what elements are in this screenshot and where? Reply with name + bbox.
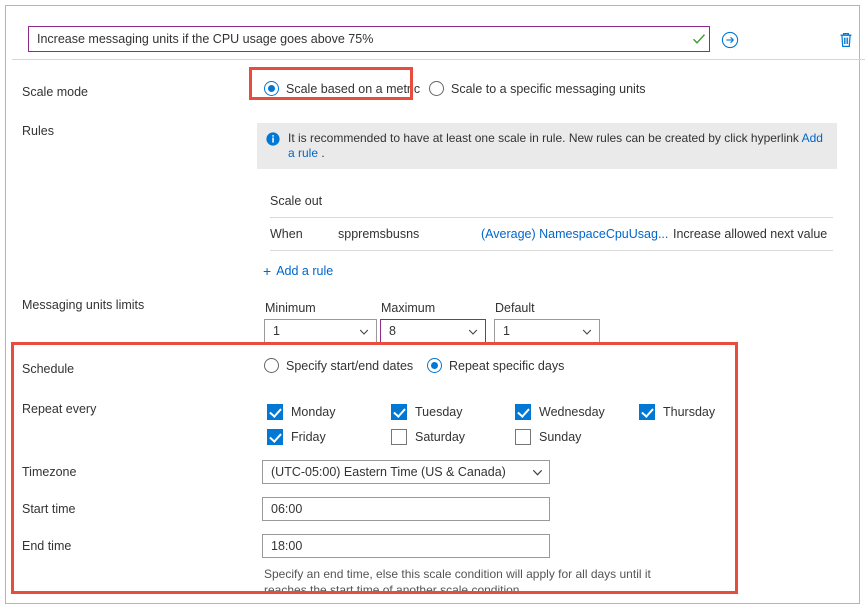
scale-out-title: Scale out	[270, 194, 323, 208]
checkbox-label: Monday	[291, 405, 336, 419]
end-time-helper-text: Specify an end time, else this scale con…	[264, 567, 651, 597]
repeat-every-label: Repeat every	[22, 402, 97, 416]
radio-scale-based-on-metric[interactable]: Scale based on a metric	[264, 81, 420, 96]
timezone-label: Timezone	[22, 465, 77, 479]
rules-info-banner: It is recommended to have at least one s…	[257, 123, 837, 169]
chevron-down-icon	[468, 326, 478, 336]
checkbox-label: Tuesday	[415, 405, 463, 419]
scale-condition-name-row	[12, 12, 865, 60]
panel-frame: Scale mode Scale based on a metric Scale…	[5, 5, 865, 604]
chevron-down-icon	[359, 326, 369, 336]
messaging-units-limits-label: Messaging units limits	[22, 298, 145, 312]
minimum-label: Minimum	[265, 301, 316, 315]
checkbox-saturday[interactable]: Saturday	[391, 429, 465, 445]
end-time-input[interactable]	[263, 535, 549, 557]
info-text-before: It is recommended to have at least one s…	[288, 131, 802, 145]
checkbox-label: Sunday	[539, 430, 582, 444]
checkbox-label: Friday	[291, 430, 326, 444]
add-a-rule-button[interactable]: + Add a rule	[263, 263, 333, 279]
maximum-select[interactable]: 8	[380, 319, 486, 343]
arrow-right-circle-icon[interactable]	[721, 31, 739, 49]
start-time-input[interactable]	[263, 498, 549, 520]
schedule-label: Schedule	[22, 362, 75, 376]
rules-info-text: It is recommended to have at least one s…	[288, 131, 827, 161]
checkbox-friday[interactable]: Friday	[267, 429, 326, 445]
checkbox-box-icon	[391, 429, 407, 445]
timezone-value: (UTC-05:00) Eastern Time (US & Canada)	[271, 465, 506, 479]
cell-action: Increase allowed next value	[673, 227, 828, 241]
checkbox-wednesday[interactable]: Wednesday	[515, 404, 605, 420]
table-row[interactable]: When sppremsbusns (Average) NamespaceCpu…	[270, 218, 833, 251]
scale-condition-name-input[interactable]	[29, 28, 689, 50]
checkbox-label: Thursday	[663, 405, 716, 419]
checkbox-box-icon	[515, 429, 531, 445]
checkbox-sunday[interactable]: Sunday	[515, 429, 581, 445]
info-text-after: .	[318, 146, 325, 160]
checkbox-box-icon	[267, 429, 283, 445]
radio-dot-icon	[264, 358, 279, 373]
checkbox-monday[interactable]: Monday	[267, 404, 335, 420]
radio-specify-start-end-dates[interactable]: Specify start/end dates	[264, 358, 413, 373]
minimum-select[interactable]: 1	[264, 319, 377, 343]
end-time-field[interactable]	[262, 534, 550, 558]
info-icon	[266, 132, 280, 146]
default-label: Default	[495, 301, 535, 315]
add-a-rule-label: Add a rule	[276, 264, 334, 278]
cell-metric-link[interactable]: (Average) NamespaceCpuUsag...	[481, 227, 673, 241]
start-time-label: Start time	[22, 502, 76, 516]
radio-label: Repeat specific days	[449, 358, 565, 373]
default-value: 1	[503, 324, 510, 338]
chevron-down-icon	[532, 467, 543, 477]
checkbox-box-icon	[267, 404, 283, 420]
plus-icon: +	[263, 263, 272, 279]
scale-out-table: Scale out When sppremsbusns (Average) Na…	[270, 194, 833, 251]
checkbox-box-icon	[639, 404, 655, 420]
rules-label: Rules	[22, 124, 54, 138]
maximum-value: 8	[389, 324, 396, 338]
radio-label: Scale based on a metric	[286, 81, 421, 96]
checkmark-icon	[689, 27, 709, 51]
radio-label: Specify start/end dates	[286, 358, 414, 373]
radio-dot-icon	[429, 81, 444, 96]
checkbox-thursday[interactable]: Thursday	[639, 404, 715, 420]
timezone-select[interactable]: (UTC-05:00) Eastern Time (US & Canada)	[262, 460, 550, 484]
radio-repeat-specific-days[interactable]: Repeat specific days	[427, 358, 564, 373]
cell-resource: sppremsbusns	[338, 227, 420, 241]
scale-mode-label: Scale mode	[22, 85, 89, 99]
checkbox-box-icon	[515, 404, 531, 420]
minimum-value: 1	[273, 324, 280, 338]
checkbox-label: Saturday	[415, 430, 466, 444]
trash-icon[interactable]	[836, 30, 856, 50]
cell-when: When	[270, 227, 303, 241]
radio-scale-to-specific-units[interactable]: Scale to a specific messaging units	[429, 81, 646, 96]
start-time-field[interactable]	[262, 497, 550, 521]
chevron-down-icon	[582, 326, 592, 336]
radio-dot-icon	[264, 81, 279, 96]
scale-condition-name-field[interactable]	[28, 26, 710, 52]
checkbox-box-icon	[391, 404, 407, 420]
default-select[interactable]: 1	[494, 319, 600, 343]
checkbox-tuesday[interactable]: Tuesday	[391, 404, 462, 420]
maximum-label: Maximum	[381, 301, 436, 315]
end-time-label: End time	[22, 539, 72, 553]
radio-label: Scale to a specific messaging units	[451, 81, 646, 96]
checkbox-label: Wednesday	[539, 405, 605, 419]
radio-dot-icon	[427, 358, 442, 373]
scale-condition-panel: Scale mode Scale based on a metric Scale…	[0, 0, 865, 609]
